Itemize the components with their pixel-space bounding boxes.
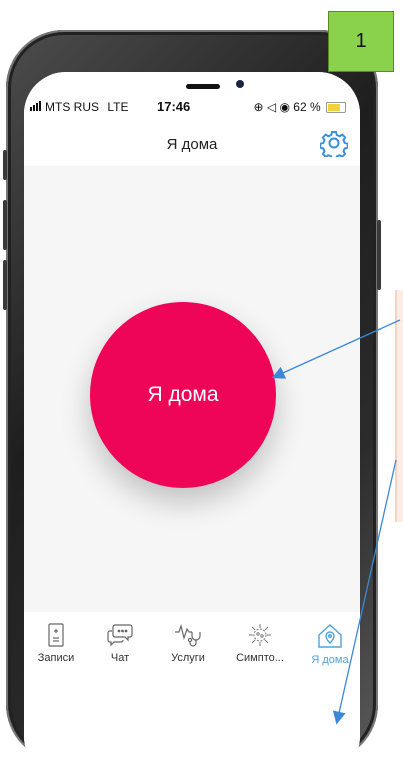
annotation-box: [395, 290, 403, 522]
tab-symptoms[interactable]: Симпто...: [228, 622, 292, 664]
tab-symptoms-label: Симпто...: [236, 652, 284, 664]
tab-records[interactable]: Записи: [24, 622, 88, 664]
tab-home-label: Я дома: [311, 654, 349, 666]
gear-icon[interactable]: [320, 129, 348, 157]
top-bar: MTS RUS LTE 17:46 ⊕ ◁ ◉ 62 % Я дома: [24, 72, 360, 166]
tab-services-label: Услуги: [171, 652, 205, 664]
i-am-home-label: Я дома: [147, 383, 219, 406]
i-am-home-button[interactable]: Я дома: [90, 302, 276, 488]
status-time: 17:46: [157, 99, 191, 114]
tab-chat-label: Чат: [110, 652, 130, 664]
chat-icon: [107, 624, 133, 647]
network-type: LTE: [107, 100, 129, 114]
app-screen: MTS RUS LTE 17:46 ⊕ ◁ ◉ 62 % Я дома Я до…: [24, 72, 360, 778]
status-indicators: ⊕ ◁ ◉: [253, 100, 290, 114]
phone-side-button: [3, 200, 7, 250]
phone-side-button: [3, 260, 7, 310]
carrier-name: MTS RUS: [45, 100, 99, 114]
step-badge: 1: [328, 11, 394, 72]
stethoscope-icon: [175, 623, 201, 647]
tab-chat[interactable]: Чат: [88, 622, 152, 664]
signal-icon: [30, 100, 42, 114]
tab-services[interactable]: Услуги: [156, 622, 220, 664]
phone-frame: MTS RUS LTE 17:46 ⊕ ◁ ◉ 62 % Я дома Я до…: [3, 30, 381, 778]
phone-side-button: [377, 220, 381, 290]
document-icon: [48, 623, 64, 647]
phone-side-button: [3, 150, 7, 180]
tab-home[interactable]: Я дома: [298, 622, 360, 666]
tab-records-label: Записи: [37, 652, 75, 664]
step-number: 1: [355, 30, 367, 52]
tab-bar: Записи Чат Услуги Симпто... Я дома: [24, 612, 360, 778]
status-left: MTS RUS LTE: [30, 100, 128, 114]
home-location-icon: [318, 624, 342, 648]
page-title: Я дома: [166, 136, 218, 153]
speaker-grille: [186, 84, 220, 89]
battery-icon: [326, 102, 346, 114]
battery-percent: 62 %: [293, 100, 321, 114]
status-right: ⊕ ◁ ◉ 62 %: [254, 100, 346, 114]
front-camera: [236, 80, 244, 88]
virus-icon: [249, 624, 271, 646]
